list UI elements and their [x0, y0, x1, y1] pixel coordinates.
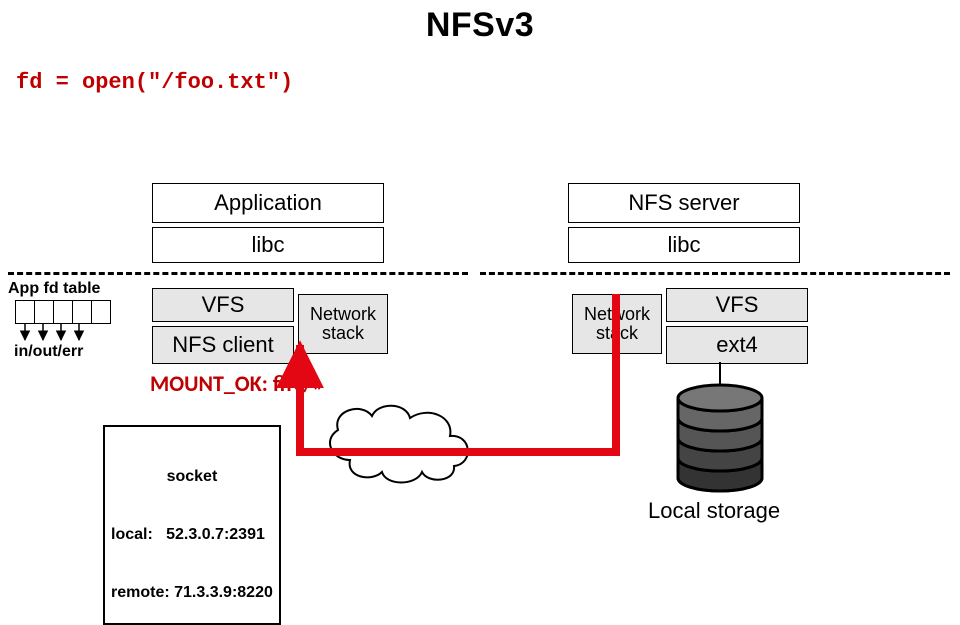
inouterr-label: in/out/err — [14, 343, 83, 361]
box-server-network-stack: Network stack — [572, 294, 662, 354]
appfd-label: App fd table — [8, 280, 100, 298]
divider-client — [8, 272, 468, 275]
box-application: Application — [152, 183, 384, 223]
box-server-vfs: VFS — [666, 288, 808, 322]
network-label: Network — [378, 438, 466, 466]
page-title: NFSv3 — [0, 6, 960, 45]
box-ext4: ext4 — [666, 326, 808, 364]
box-server-libc: libc — [568, 227, 800, 263]
mount-ok-label: MOUNT_OK: fh«/» — [150, 370, 325, 397]
box-client-vfs: VFS — [152, 288, 294, 322]
socket-heading: socket — [111, 467, 273, 486]
box-client-network-stack: Network stack — [298, 294, 388, 354]
storage-caption: Local storage — [648, 498, 780, 524]
box-nfs-client: NFS client — [152, 326, 294, 364]
disk-stack-icon — [678, 385, 762, 491]
socket-box: socket local: 52.3.0.7:2391 remote: 71.3… — [103, 425, 281, 625]
code-snippet: fd = open("/foo.txt") — [16, 70, 293, 95]
appfd-table — [15, 300, 111, 324]
divider-server — [480, 272, 950, 275]
box-nfs-server: NFS server — [568, 183, 800, 223]
socket-local: local: 52.3.0.7:2391 — [111, 525, 273, 544]
cloud-icon — [330, 406, 468, 483]
box-client-libc: libc — [152, 227, 384, 263]
socket-remote: remote: 71.3.3.9:8220 — [111, 583, 273, 602]
